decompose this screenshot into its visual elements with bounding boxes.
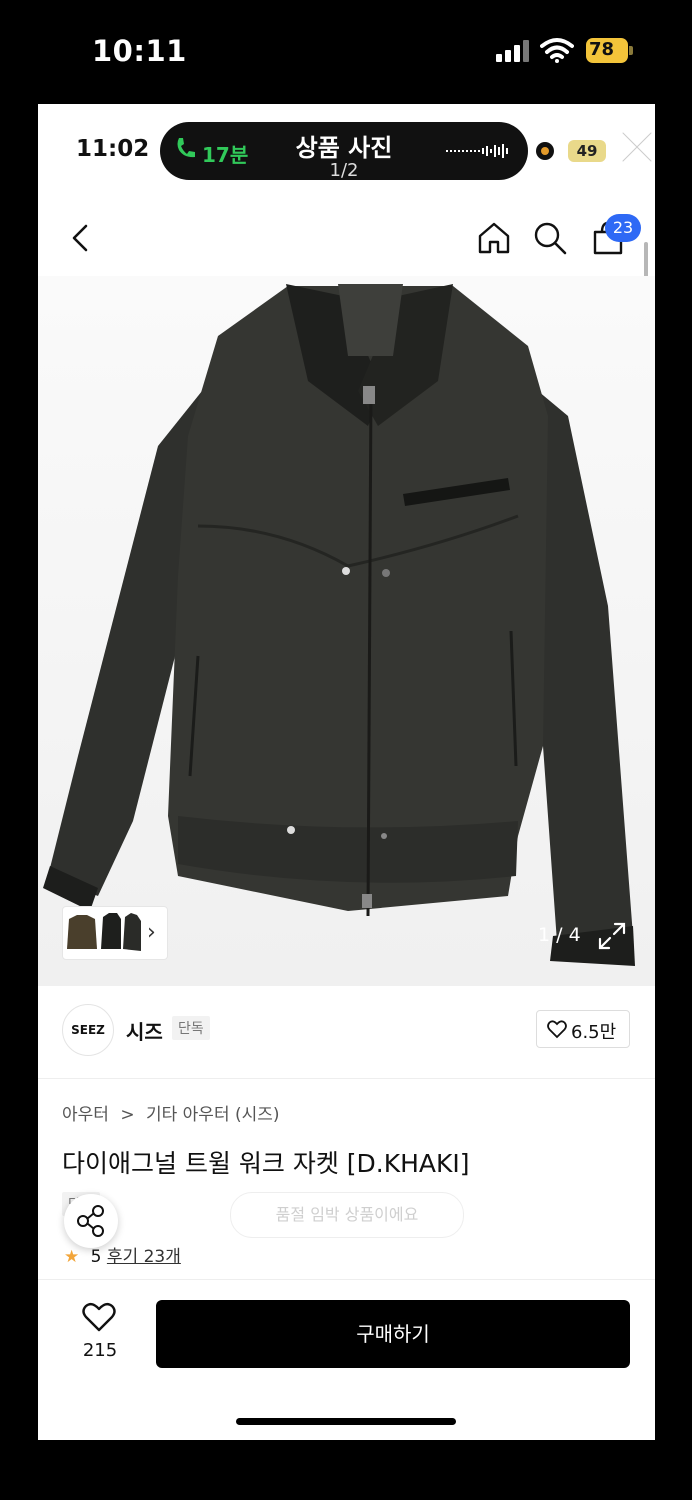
- share-button[interactable]: [64, 1194, 118, 1248]
- jacket-image: [43, 284, 635, 966]
- recording-indicator-icon: [536, 142, 554, 160]
- wifi-icon: [540, 38, 574, 63]
- app-screen: 11:02 17분 상품 사진 1/2 49 23 › 1 / 4 SEEZ 시…: [38, 104, 655, 1440]
- os-status-bar: 10:11 78: [0, 0, 692, 104]
- os-clock: 10:11: [92, 34, 187, 68]
- wishlist-heart-icon[interactable]: [82, 1302, 116, 1332]
- brand-logo[interactable]: SEEZ: [62, 1004, 114, 1056]
- inner-clock: 11:02: [76, 136, 150, 162]
- image-counter: 1 / 4: [538, 924, 581, 946]
- wishlist-count: 215: [82, 1340, 118, 1361]
- breadcrumb: 아우터 > 기타 아우터 (시즈): [62, 1100, 286, 1125]
- review-link[interactable]: 후기 23개: [107, 1247, 181, 1267]
- rating-value: 5: [90, 1247, 102, 1267]
- product-image[interactable]: › 1 / 4: [38, 276, 655, 986]
- cart-count-badge: 23: [605, 214, 641, 242]
- breadcrumb-item[interactable]: 아우터: [62, 1105, 109, 1125]
- search-icon[interactable]: [532, 220, 568, 256]
- home-indicator[interactable]: [236, 1418, 456, 1425]
- battery-icon: 78: [586, 38, 634, 63]
- breadcrumb-item[interactable]: 기타 아우터 (시즈): [146, 1105, 280, 1125]
- rating-row: ★ 5 후기 23개: [64, 1242, 181, 1267]
- purchase-bar: 215 구매하기: [38, 1279, 655, 1440]
- thumbnail-strip[interactable]: ›: [62, 906, 168, 960]
- cellular-signal-icon: [496, 40, 529, 62]
- heart-icon: [547, 1020, 567, 1039]
- brand-row[interactable]: SEEZ 시즈 단독 6.5만: [38, 994, 655, 1079]
- call-pill[interactable]: 17분 상품 사진 1/2: [160, 122, 528, 181]
- star-icon: ★: [64, 1247, 80, 1267]
- top-nav: [38, 204, 655, 274]
- thumbnail-jackets-icon: [67, 913, 141, 951]
- brand-like-count: 6.5만: [571, 1022, 617, 1043]
- share-icon: [77, 1205, 104, 1237]
- brand-exclusive-tag: 단독: [172, 1016, 210, 1040]
- expand-icon[interactable]: [594, 918, 630, 954]
- back-arrow-icon[interactable]: [68, 222, 92, 254]
- buy-button[interactable]: 구매하기: [156, 1300, 630, 1368]
- battery-level: 78: [589, 39, 615, 60]
- audio-wave-icon: [446, 144, 508, 158]
- chevron-right-icon: ›: [147, 920, 156, 945]
- home-icon[interactable]: [476, 220, 512, 256]
- brand-like-button[interactable]: 6.5만: [536, 1010, 630, 1048]
- viewer-status-bar: 11:02 17분 상품 사진 1/2 49: [38, 104, 655, 196]
- inner-battery: 49: [568, 140, 606, 162]
- close-icon[interactable]: [620, 130, 654, 164]
- product-title: 다이애그널 트윌 워크 자켓 [D.KHAKI]: [62, 1149, 470, 1178]
- restock-notice: 품절 임박 상품이에요: [230, 1192, 464, 1238]
- brand-name[interactable]: 시즈: [126, 1016, 163, 1045]
- viewer-count: 1/2: [329, 160, 359, 181]
- breadcrumb-separator: >: [120, 1105, 135, 1125]
